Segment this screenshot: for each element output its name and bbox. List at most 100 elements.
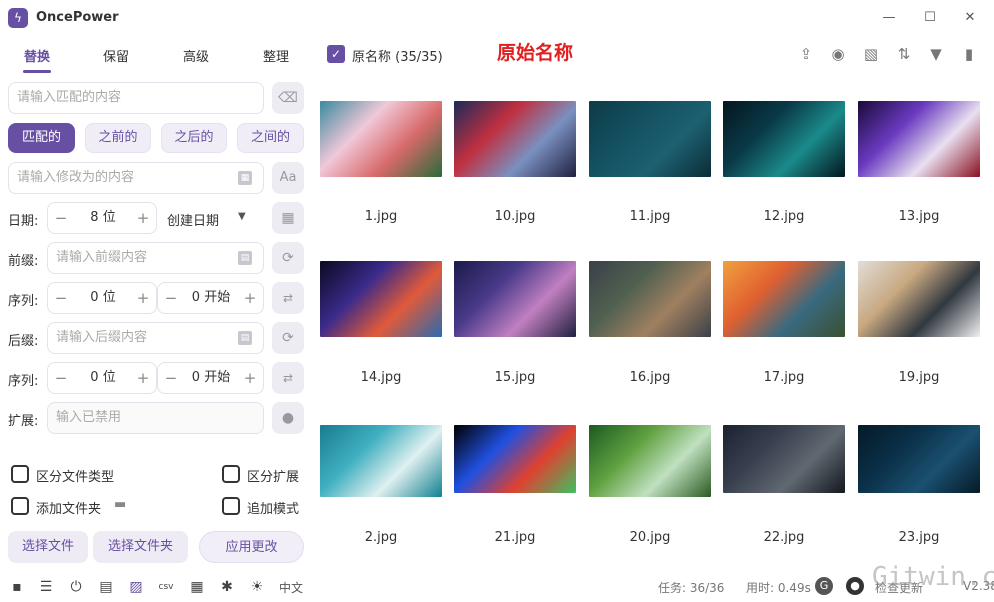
calendar-icon[interactable]: ▦ <box>238 171 252 185</box>
file-icon[interactable]: ▤ <box>238 251 252 265</box>
mode-between-button[interactable]: 之间的 <box>237 123 304 153</box>
plus-icon[interactable]: + <box>239 283 261 313</box>
distinguish-ext-checkbox[interactable] <box>222 465 240 483</box>
file-thumbnail[interactable] <box>858 261 980 337</box>
file-thumbnail[interactable] <box>454 101 576 177</box>
mode-after-button[interactable]: 之后的 <box>161 123 227 153</box>
filter-icon[interactable]: ▼ <box>926 44 946 64</box>
minus-icon[interactable]: − <box>50 283 72 313</box>
file-thumbnail[interactable] <box>723 425 845 493</box>
clipboard-icon[interactable]: ▤ <box>98 579 114 595</box>
extension-input[interactable]: 输入已禁用 <box>47 402 264 434</box>
minus-icon[interactable]: − <box>160 283 182 313</box>
minimize-button[interactable]: — <box>875 8 903 28</box>
file-thumbnail[interactable] <box>320 261 442 337</box>
mode-match-button[interactable]: 匹配的 <box>8 123 75 153</box>
file-thumbnail[interactable] <box>320 425 442 497</box>
plus-icon[interactable]: + <box>132 363 154 393</box>
file-thumbnail[interactable] <box>858 101 980 177</box>
tab-advanced[interactable]: 高级 <box>166 46 226 66</box>
csv-icon[interactable]: csv <box>158 579 174 595</box>
append-mode-checkbox[interactable] <box>222 497 240 515</box>
eye-icon[interactable]: ◉ <box>828 44 848 64</box>
file-thumbnail[interactable] <box>589 101 711 177</box>
minus-icon[interactable]: − <box>50 363 72 393</box>
google-icon[interactable]: G <box>815 577 833 595</box>
swap-icon[interactable]: ⇄ <box>272 282 304 314</box>
file-name: 15.jpg <box>494 370 536 385</box>
calendar-icon[interactable]: ▦ <box>272 202 304 234</box>
bulb-icon[interactable]: ✱ <box>219 579 235 595</box>
extension-label: 扩展: <box>8 414 39 429</box>
seq2-start-stepper[interactable]: − 0 开始 + <box>157 362 264 394</box>
date-type-select[interactable]: 创建日期 <box>167 210 219 229</box>
chevron-down-icon[interactable]: ▼ <box>238 211 246 222</box>
seq2-digits-stepper[interactable]: − 0 位 + <box>47 362 157 394</box>
file-thumbnail[interactable] <box>589 425 711 497</box>
file-thumbnail[interactable] <box>589 261 711 337</box>
export-icon[interactable]: ⇪ <box>796 44 816 64</box>
file-thumbnail[interactable] <box>723 101 845 177</box>
file-thumbnail[interactable] <box>454 425 576 493</box>
mode-before-button[interactable]: 之前的 <box>85 123 151 153</box>
distinguish-ext-label: 区分扩展 <box>247 470 300 485</box>
refresh-icon[interactable]: ⟳ <box>272 242 304 274</box>
file-name: 19.jpg <box>898 370 940 385</box>
calendar-icon[interactable]: ▦ <box>189 579 205 595</box>
language-toggle[interactable]: 中文 <box>279 579 303 596</box>
prefix-label: 前缀: <box>8 254 39 269</box>
save-icon[interactable]: ▪ <box>9 579 25 595</box>
file-thumbnail[interactable] <box>454 261 576 337</box>
case-icon[interactable]: Aa <box>272 162 304 194</box>
minus-icon[interactable]: − <box>50 203 72 233</box>
github-icon[interactable]: ● <box>846 577 864 595</box>
tab-replace[interactable]: 替换 <box>7 46 67 66</box>
file-name: 21.jpg <box>494 530 536 545</box>
person-icon[interactable]: ● <box>272 402 304 434</box>
close-button[interactable]: ✕ <box>956 8 984 28</box>
trash-icon[interactable]: ▮ <box>959 44 979 64</box>
doc-icon[interactable]: ☰ <box>38 579 54 595</box>
select-folder-button[interactable]: 选择文件夹 <box>93 531 188 563</box>
distinguish-type-checkbox[interactable] <box>11 465 29 483</box>
seq1-start-stepper[interactable]: − 0 开始 + <box>157 282 264 314</box>
file-name: 12.jpg <box>763 209 805 224</box>
seq2-digits-value: 0 位 <box>90 370 116 385</box>
file-icon[interactable]: ▤ <box>238 331 252 345</box>
plus-icon[interactable]: + <box>239 363 261 393</box>
plus-icon[interactable]: + <box>132 203 154 233</box>
seq1-digits-stepper[interactable]: − 0 位 + <box>47 282 157 314</box>
maximize-button[interactable]: ☐ <box>916 8 944 28</box>
tab-keep[interactable]: 保留 <box>86 46 146 66</box>
seq1-digits-value: 0 位 <box>90 290 116 305</box>
file-thumbnail[interactable] <box>858 425 980 493</box>
power-icon[interactable]: ⏻ <box>68 579 84 595</box>
apply-changes-button[interactable]: 应用更改 <box>199 531 304 563</box>
suffix-input[interactable]: 请输入后缀内容 <box>47 322 264 354</box>
sun-icon[interactable]: ☀ <box>249 579 265 595</box>
refresh-icon[interactable]: ⟳ <box>272 322 304 354</box>
time-status: 用时: 0.49s <box>746 581 811 595</box>
file-name: 14.jpg <box>360 370 402 385</box>
plus-icon[interactable]: + <box>132 283 154 313</box>
image-icon[interactable]: ▨ <box>128 579 144 595</box>
suffix-label: 后缀: <box>8 334 39 349</box>
file-thumbnail[interactable] <box>723 261 845 337</box>
original-name-checkbox[interactable]: ✓ <box>327 45 345 63</box>
title-bar: ϟ OncePower — ☐ ✕ <box>0 0 994 36</box>
tab-organize[interactable]: 整理 <box>246 46 306 66</box>
gallery-icon[interactable]: ▧ <box>861 44 881 64</box>
eraser-icon[interactable]: ⌫ <box>272 82 304 114</box>
file-thumbnail[interactable] <box>320 101 442 177</box>
tab-indicator <box>23 70 51 73</box>
minus-icon[interactable]: − <box>160 363 182 393</box>
match-input[interactable]: 请输入匹配的内容 <box>8 82 264 114</box>
modify-input[interactable]: 请输入修改为的内容 <box>8 162 264 194</box>
add-folder-checkbox[interactable] <box>11 497 29 515</box>
date-digits-stepper[interactable]: − 8 位 + <box>47 202 157 234</box>
prefix-input[interactable]: 请输入前缀内容 <box>47 242 264 274</box>
sort-icon[interactable]: ⇅ <box>894 44 914 64</box>
seq2-start-value: 0 开始 <box>191 370 231 385</box>
select-file-button[interactable]: 选择文件 <box>8 531 88 563</box>
swap-icon[interactable]: ⇄ <box>272 362 304 394</box>
